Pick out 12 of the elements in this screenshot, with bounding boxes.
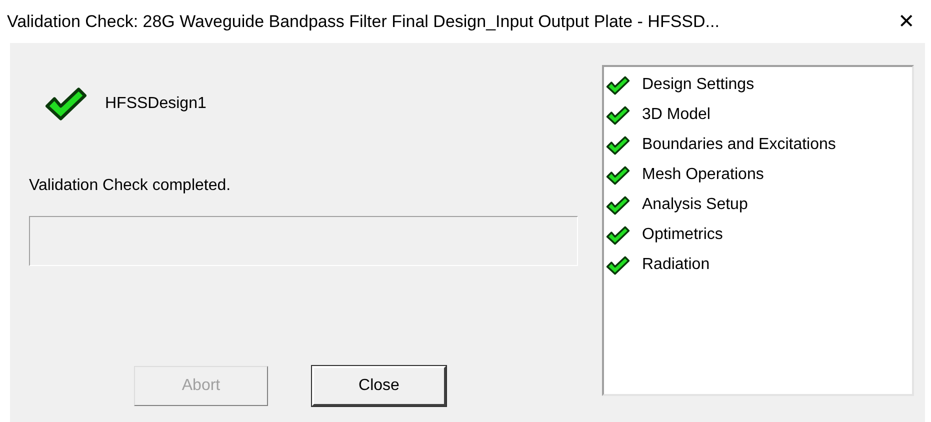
check-item-label: Radiation xyxy=(642,255,710,275)
check-item-label: 3D Model xyxy=(642,105,710,125)
check-item-label: Analysis Setup xyxy=(642,195,748,215)
close-button[interactable]: ✕ xyxy=(890,12,923,32)
window-title: Validation Check: 28G Waveguide Bandpass Filter Final Design_Input Output Plate - HFSSD... xyxy=(7,10,720,33)
check-item-label: Design Settings xyxy=(642,75,754,95)
design-name: HFSSDesign1 xyxy=(105,94,206,114)
check-item-label: Boundaries and Excitations xyxy=(642,135,836,155)
check-item-label: Mesh Operations xyxy=(642,165,764,185)
check-item-label: Optimetrics xyxy=(642,225,723,245)
status-message: Validation Check completed. xyxy=(29,176,232,196)
close-dialog-button[interactable]: Close xyxy=(312,366,446,406)
